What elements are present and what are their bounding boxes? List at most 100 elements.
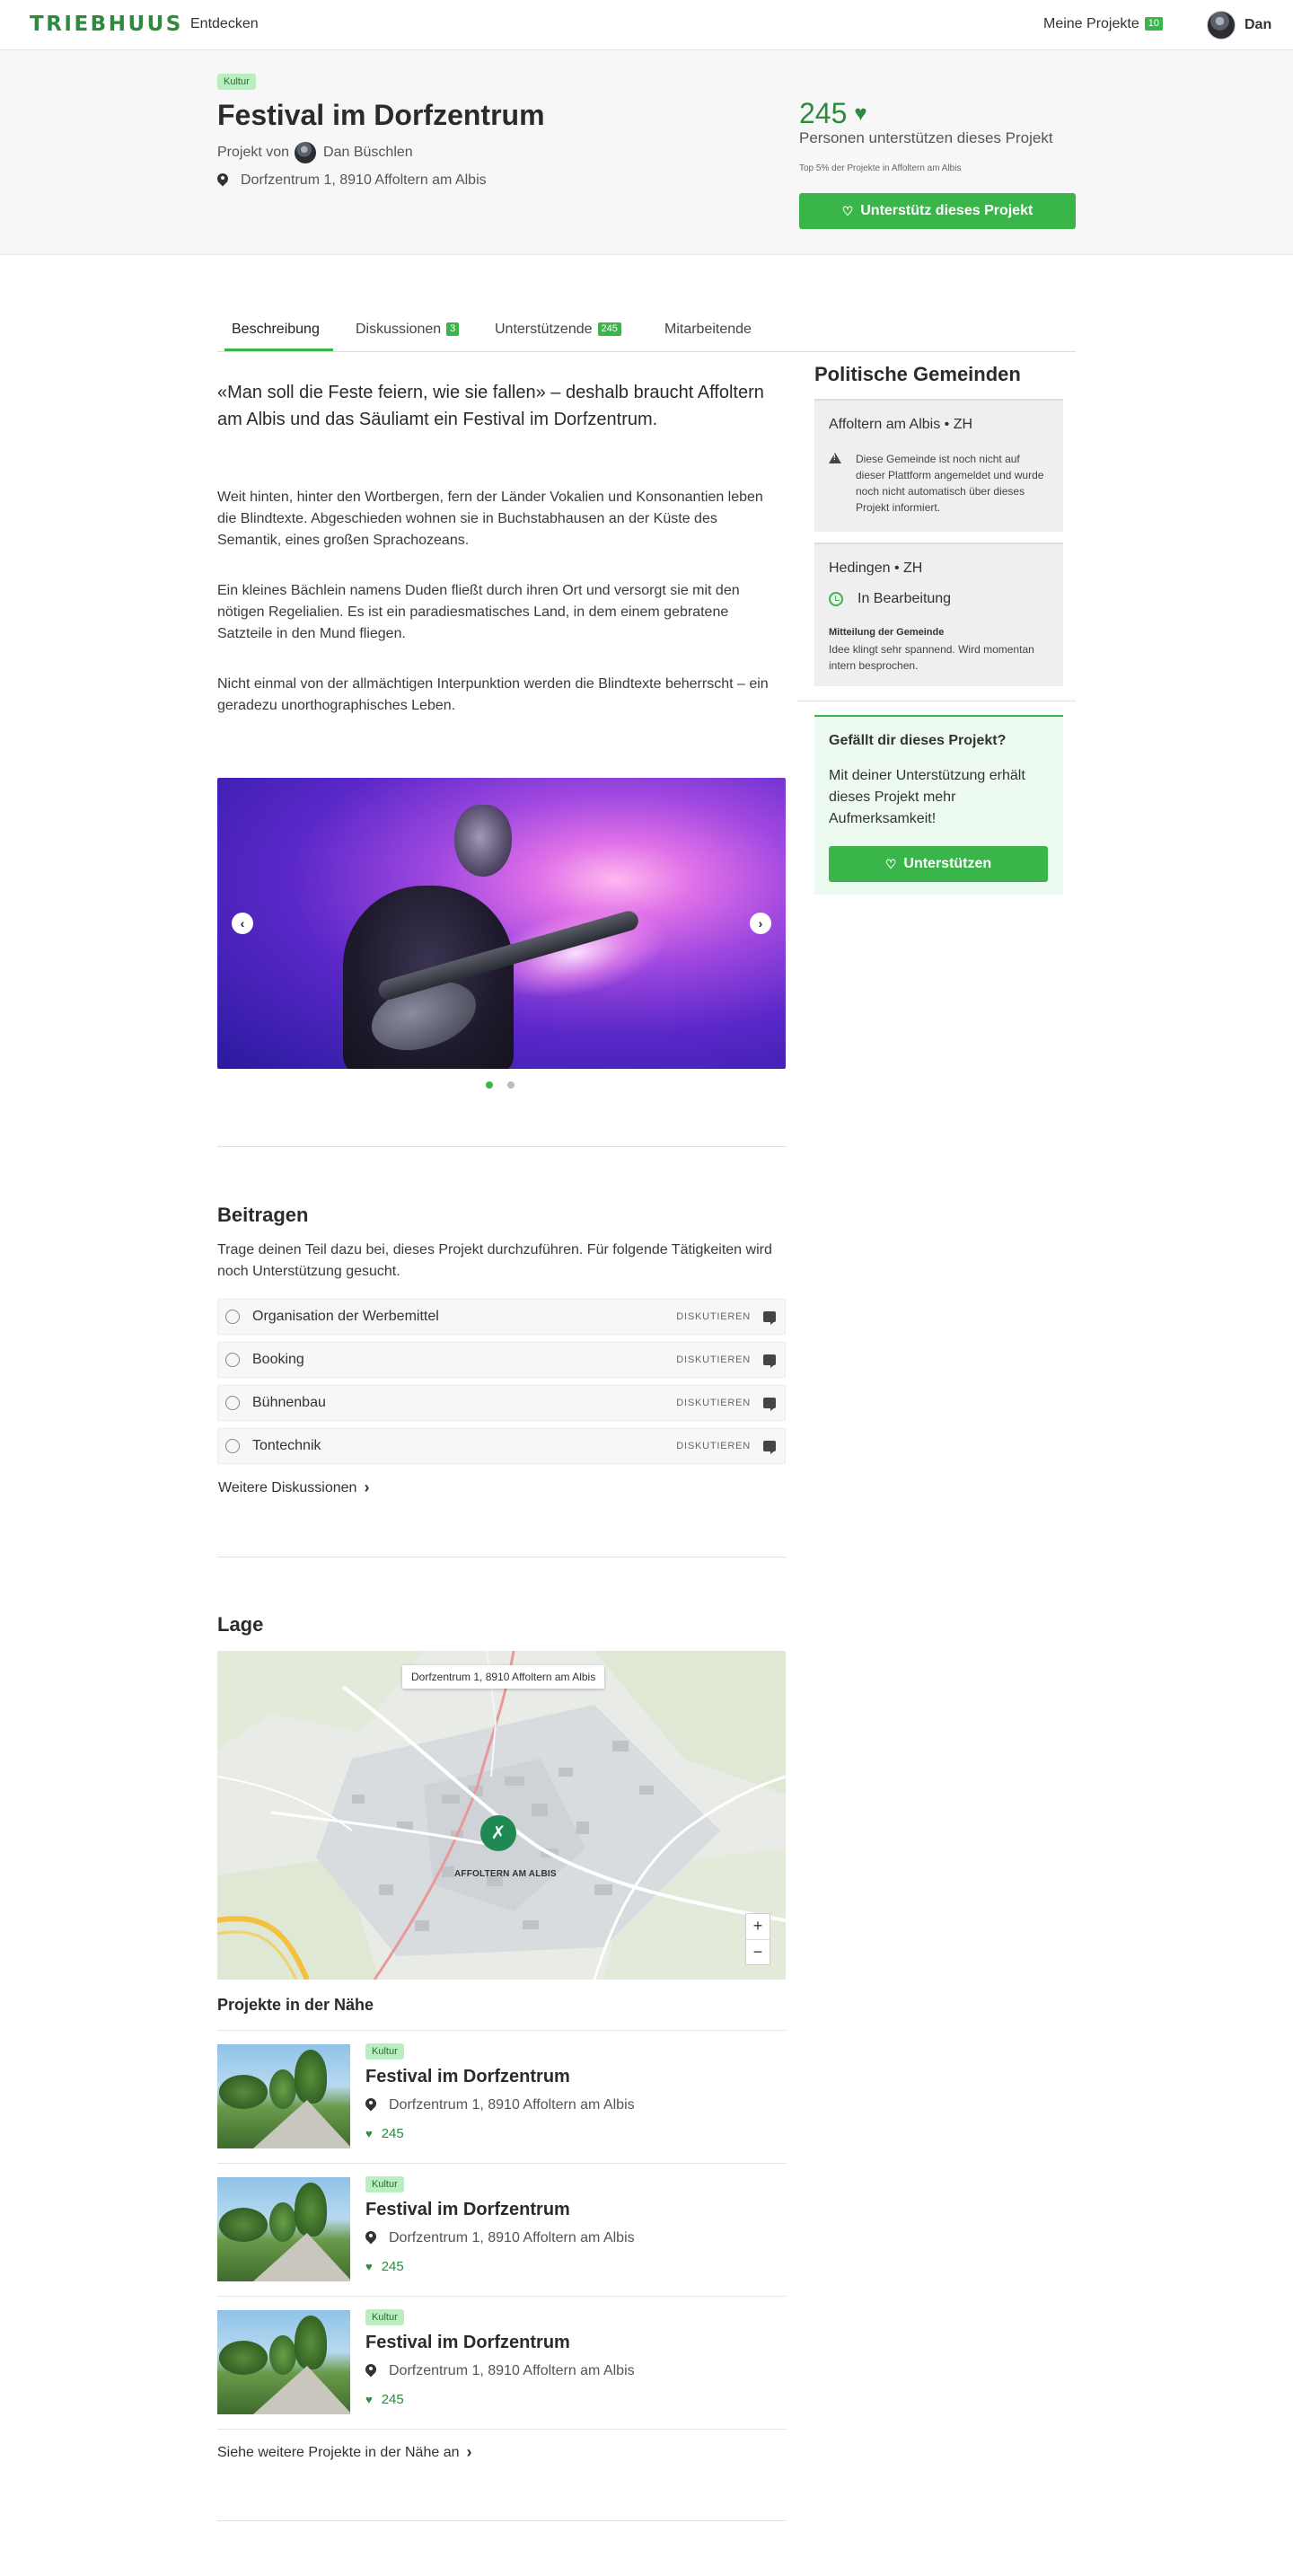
list-item[interactable]: Tontechnik DISKUTIEREN [217,1428,786,1464]
location-pin-icon [365,2364,376,2378]
message-title: Mitteilung der Gemeinde [829,627,945,638]
project-thumbnail[interactable] [217,2177,350,2281]
tab-label: Unterstützende [495,322,593,337]
description-paragraph: Ein kleines Bächlein namens Duden fließt… [217,583,740,641]
location-map[interactable]: Dorfzentrum 1, 8910 Affoltern am Albis ✗… [217,1651,786,1980]
address-text: Dorfzentrum 1, 8910 Affoltern am Albis [241,172,487,188]
support-button-label: Unterstütz dieses Projekt [860,203,1034,218]
tab-diskussionen[interactable]: Diskussionen 3 [356,322,460,338]
chat-icon[interactable] [763,1441,776,1454]
logo[interactable]: TRIEBHUUS [30,13,183,36]
user-name: Dan [1245,17,1272,32]
project-address: Dorfzentrum 1, 8910 Affoltern am Albis [365,2097,635,2113]
author-name[interactable]: Dan Büschlen [323,145,413,161]
more-nearby-link[interactable]: Siehe weitere Projekte in der Nähe an › [217,2443,472,2462]
nav-link-discover[interactable]: Entdecken [190,16,259,32]
task-radio[interactable] [225,1310,240,1324]
discuss-link[interactable]: DISKUTIEREN [676,1441,751,1451]
heart-icon: ♥ [365,2127,373,2140]
supporters-label: Personen unterstützen dieses Projekt [799,129,1053,146]
supporters-number: 245 [381,2392,404,2407]
chevron-right-icon: › [466,2443,472,2461]
task-radio[interactable] [225,1353,240,1367]
top-navigation: TRIEBHUUS Entdecken Meine Projekte 10 Dan [0,0,1293,50]
project-name[interactable]: Festival im Dorfzentrum [365,2333,570,2353]
project-name[interactable]: Festival im Dorfzentrum [365,2200,570,2220]
municipality-status: In Bearbeitung [829,591,951,607]
nearby-projects-list: Kultur Festival im Dorfzentrum Dorfzentr… [217,2030,786,2430]
municipalities-title: Politische Gemeinden [814,363,1021,385]
project-thumbnail[interactable] [217,2044,350,2148]
tab-count-badge: 3 [446,322,460,336]
project-address: Dorfzentrum 1, 8910 Affoltern am Albis [217,172,487,189]
supporters-count: 245 ♥ [799,97,867,130]
project-author: Projekt von Dan Büschlen [217,142,413,163]
message-text: Idee klingt sehr spannend. Wird momentan… [829,643,1034,672]
task-radio[interactable] [225,1439,240,1453]
project-thumbnail[interactable] [217,2310,350,2414]
list-item[interactable]: Kultur Festival im Dorfzentrum Dorfzentr… [217,2297,786,2430]
status-text: In Bearbeitung [858,591,952,606]
list-item[interactable]: Organisation der Werbemittel DISKUTIEREN [217,1299,786,1335]
heart-icon: ♥ [854,101,867,126]
task-label: Bühnenbau [252,1395,326,1410]
avatar [1207,11,1236,40]
zoom-in-button[interactable]: + [746,1914,770,1939]
chevron-left-icon[interactable]: ‹ [232,913,253,934]
musician-head [454,805,512,877]
chat-icon[interactable] [763,1354,776,1368]
task-label: Tontechnik [252,1438,321,1453]
tab-beschreibung[interactable]: Beschreibung [232,322,320,338]
support-button[interactable]: ♡ Unterstützen [829,846,1048,882]
author-avatar[interactable] [295,142,317,163]
heart-icon: ♥ [365,2393,373,2406]
tab-unterstuetzende[interactable]: Unterstützende 245 [495,322,621,338]
map-zoom-controls: + − [745,1913,770,1965]
tools-icon[interactable]: ✗ [480,1815,516,1851]
project-tabs: Beschreibung Diskussionen 3 Unterstützend… [217,305,1076,352]
discuss-link[interactable]: DISKUTIEREN [676,1398,751,1408]
nav-link-my-projects[interactable]: Meine Projekte 10 [1043,16,1163,32]
chat-icon[interactable] [763,1398,776,1411]
supporters-count: ♥ 245 [365,2126,404,2141]
image-carousel[interactable]: ‹ › [217,778,786,1069]
list-item[interactable]: Bühnenbau DISKUTIEREN [217,1385,786,1421]
list-item[interactable]: Kultur Festival im Dorfzentrum Dorfzentr… [217,2164,786,2297]
description-paragraph: Weit hinten, hinter den Wortbergen, fern… [217,490,763,548]
supporters-count: ♥ 245 [365,2259,404,2274]
municipality-card: Affoltern am Albis • ZH Diese Gemeinde i… [814,399,1063,532]
project-header: Kultur Festival im Dorfzentrum Projekt v… [0,50,1293,255]
user-menu[interactable]: Dan [1207,11,1271,40]
chevron-right-icon[interactable]: › [750,913,771,934]
chat-icon[interactable] [763,1311,776,1325]
list-item[interactable]: Kultur Festival im Dorfzentrum Dorfzentr… [217,2031,786,2164]
category-tag: Kultur [365,2176,404,2192]
tab-label: Mitarbeitende [664,322,752,337]
project-name[interactable]: Festival im Dorfzentrum [365,2067,570,2087]
task-label: Booking [252,1352,304,1367]
warning-icon [829,453,841,463]
contribute-title: Beitragen [217,1204,309,1226]
address-text: Dorfzentrum 1, 8910 Affoltern am Albis [389,2097,635,2113]
carousel-dot[interactable] [507,1081,515,1089]
tab-label: Beschreibung [232,322,320,337]
supporters-number: 245 [799,97,848,129]
support-project-button[interactable]: ♡ Unterstütz dieses Projekt [799,193,1076,229]
list-item[interactable]: Booking DISKUTIEREN [217,1342,786,1378]
tab-mitarbeitende[interactable]: Mitarbeitende [664,322,752,338]
supporters-number: 245 [381,2126,404,2141]
author-label: Projekt von [217,145,290,160]
location-pin-icon [217,173,228,188]
support-button-label: Unterstützen [903,856,992,871]
project-address: Dorfzentrum 1, 8910 Affoltern am Albis [365,2363,635,2379]
task-radio[interactable] [225,1396,240,1410]
municipality-name: Affoltern am Albis • ZH [829,417,973,432]
discuss-link[interactable]: DISKUTIEREN [676,1311,751,1322]
more-discussions-link[interactable]: Weitere Diskussionen › [218,1478,369,1497]
tab-count-badge: 245 [597,322,621,336]
discuss-link[interactable]: DISKUTIEREN [676,1354,751,1365]
zoom-out-button[interactable]: − [746,1939,770,1964]
municipality-warning: Diese Gemeinde ist noch nicht auf dieser… [829,451,1048,516]
ranking-note: Top 5% der Projekte in Affoltern am Albi… [799,163,962,173]
carousel-dot[interactable] [486,1081,493,1089]
